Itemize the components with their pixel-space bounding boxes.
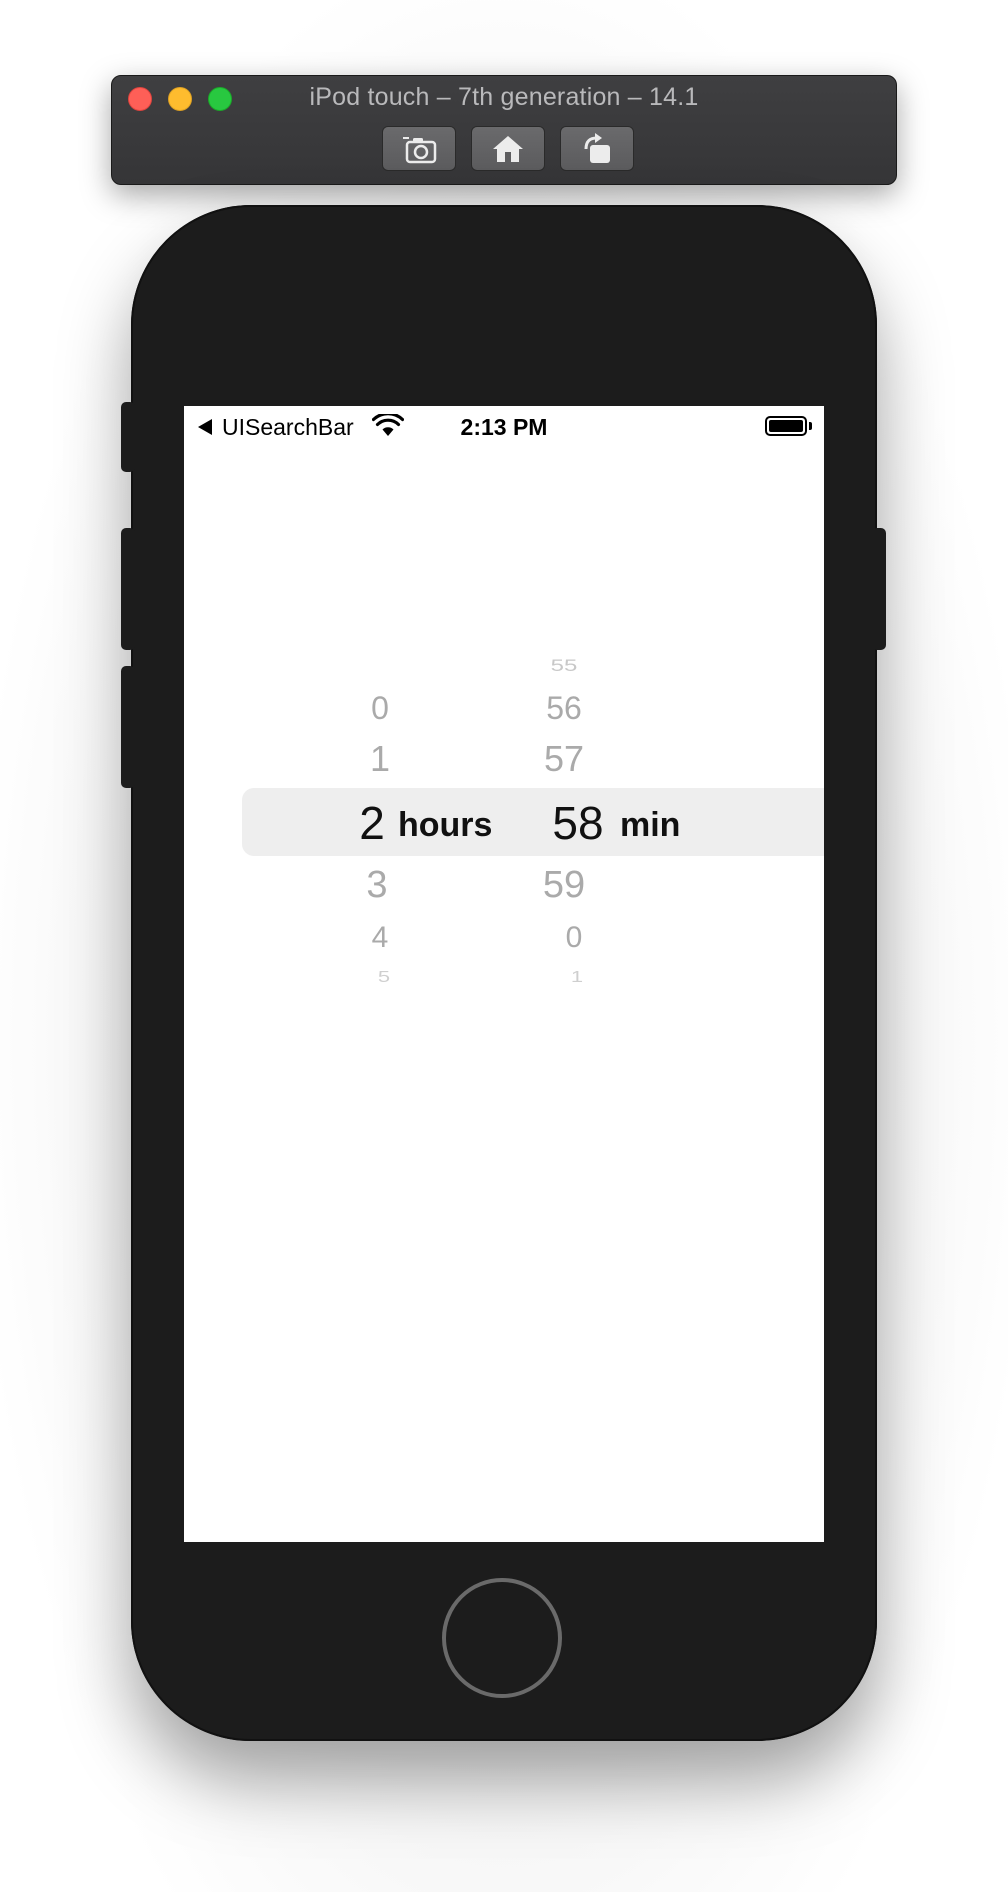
device-screen: UISearchBar 2:13 PM 0 1 2 3 4 5 hours 55… bbox=[184, 406, 824, 1542]
hours-unit-label: hours bbox=[398, 806, 493, 844]
simulator-title: iPod touch – 7th generation – 14.1 bbox=[309, 83, 699, 111]
power-button[interactable] bbox=[872, 528, 886, 650]
volume-up-button[interactable] bbox=[121, 528, 135, 650]
stage: iPod touch – 7th generation – 14.1 UISea… bbox=[0, 0, 1008, 1892]
hours-option[interactable]: 3 bbox=[366, 866, 387, 904]
minutes-option[interactable]: 55 bbox=[551, 657, 578, 675]
hours-option[interactable]: 0 bbox=[371, 692, 389, 724]
picker-selection-indicator bbox=[242, 788, 824, 856]
minutes-option[interactable]: 59 bbox=[543, 866, 585, 904]
hours-option[interactable]: 4 bbox=[372, 923, 389, 953]
simulator-title-bar[interactable]: iPod touch – 7th generation – 14.1 bbox=[111, 75, 897, 185]
home-sim-button[interactable] bbox=[471, 126, 545, 171]
minutes-selected-value[interactable]: 58 bbox=[552, 800, 603, 846]
rotate-button[interactable] bbox=[560, 126, 634, 171]
minutes-option[interactable]: 0 bbox=[566, 923, 583, 953]
camera-icon bbox=[403, 136, 437, 163]
minutes-option[interactable]: 1 bbox=[571, 969, 583, 984]
minutes-option[interactable]: 57 bbox=[544, 741, 584, 777]
home-button[interactable] bbox=[442, 1578, 562, 1698]
screenshot-button[interactable] bbox=[382, 126, 456, 171]
minutes-unit-label: min bbox=[620, 806, 681, 844]
rotate-icon bbox=[584, 132, 610, 163]
home-icon bbox=[493, 135, 523, 162]
volume-down-button[interactable] bbox=[121, 666, 135, 788]
mute-switch[interactable] bbox=[121, 402, 135, 472]
hours-option[interactable]: 1 bbox=[370, 741, 390, 777]
minutes-option[interactable]: 56 bbox=[546, 692, 582, 724]
hours-selected-value[interactable]: 2 bbox=[359, 800, 385, 846]
hours-option[interactable]: 5 bbox=[378, 969, 390, 984]
countdown-picker[interactable]: 0 1 2 3 4 5 hours 55 56 57 58 59 0 1 min bbox=[184, 406, 824, 1542]
